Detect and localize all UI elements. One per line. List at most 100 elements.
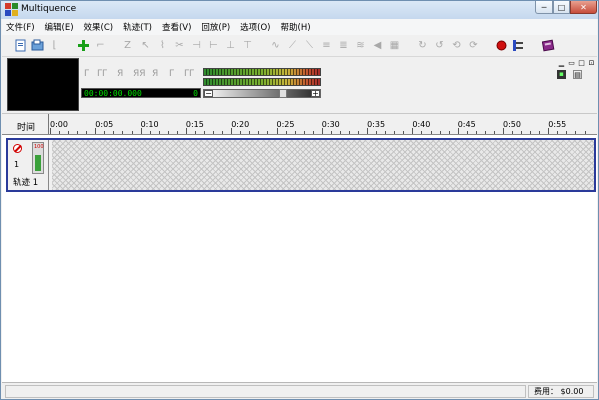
ruler-tick-label: 0:40 [412,120,431,129]
record-icon[interactable] [494,38,509,53]
ruler-tick-mark [466,131,468,134]
scissors-icon[interactable]: ✂ [172,38,187,53]
maximize-button[interactable]: □ [553,1,570,14]
ruler-tick-mark [294,131,296,134]
ruler-tick-mark [566,131,568,134]
panel-minimize-icon[interactable]: ▁ [557,59,566,68]
loop-c-icon[interactable]: ⟲ [449,38,464,53]
display-mode-icon[interactable]: ▪ [557,70,566,79]
echo-icon[interactable]: ≋ [353,38,368,53]
menu-help[interactable]: 帮助(H) [281,21,311,33]
loop-icon[interactable]: ↻ [415,38,430,53]
ruler-tick-mark [95,128,97,134]
ruler-tick-label: 0:15 [185,120,204,129]
ruler-tick-mark [557,131,559,134]
ruler-tick-mark [104,131,106,134]
track-row[interactable]: 1 100 轨迹 1 [6,138,596,192]
volume-plus-button[interactable]: + [311,90,320,98]
trim-icon[interactable]: ⊤ [240,38,255,53]
track-timeline[interactable] [52,140,594,190]
ruler-tick-mark [421,131,423,134]
level-meter-left [203,68,321,76]
ruler-tick-mark [158,131,160,134]
ruler-tick-mark [367,128,369,134]
menu-options[interactable]: 选项(O) [240,21,270,33]
menu-playback[interactable]: 回放(P) [201,21,230,33]
time-position: 00:00:00.000 [84,89,142,98]
fade-in-icon[interactable]: ⟋ [285,38,300,53]
menu-view[interactable]: 查看(V) [162,21,191,33]
view-options-icon[interactable]: ▤ [573,70,582,79]
status-cost: 费用： $0.00 [528,385,594,398]
ruler-tick-mark [176,131,178,134]
loop-b-icon[interactable]: ↺ [432,38,447,53]
tool-f-icon[interactable]: Γ [169,69,179,79]
normalize-icon[interactable]: ≡ [319,38,334,53]
menu-edit[interactable]: 编辑(E) [45,21,74,33]
tool-a-icon[interactable]: Γ [84,69,94,79]
eq-icon[interactable]: ▦ [387,38,402,53]
remove-track-icon[interactable]: ⌐ [93,38,108,53]
volume-slider-thumb[interactable] [278,89,287,98]
track-header: 1 100 轨迹 1 [8,140,49,190]
ruler-tick-mark [575,131,577,134]
app-logo-icon [5,3,18,16]
align-icon[interactable]: ⊥ [223,38,238,53]
help-book-icon[interactable] [541,38,556,53]
wave-icon[interactable]: ∿ [268,38,283,53]
tool-c-icon[interactable]: Я [117,69,127,79]
split-icon[interactable]: ⌇ [155,38,170,53]
fade-out-icon[interactable]: ⟍ [302,38,317,53]
panel-maximize-icon[interactable]: □ [577,59,586,68]
ruler-tick-label: 0:20 [231,120,250,129]
ruler-tick-mark [403,131,405,134]
ruler-tick-mark [267,131,269,134]
speaker-icon[interactable]: ◀ [370,38,385,53]
tool-g-icon[interactable]: ΓΓ [184,69,194,79]
volume-minus-button[interactable]: − [204,90,213,98]
ruler-tick-mark [204,131,206,134]
new-file-icon[interactable] [13,38,28,53]
menu-track[interactable]: 轨迹(T) [123,21,152,33]
volume-slider[interactable]: − + [203,89,321,98]
ruler-tick-mark [457,128,459,134]
close-button[interactable]: ✕ [570,1,597,14]
ruler-tick-mark [330,131,332,134]
track-volume-fader[interactable]: 100 [32,142,44,174]
ruler-tick-mark [439,131,441,134]
mute-icon[interactable] [13,144,22,153]
ruler-tick-mark [122,131,124,134]
select-icon[interactable]: ↖ [138,38,153,53]
panel-restore-icon[interactable]: ▭ [567,59,576,68]
tool-d-icon[interactable]: ЯЯ [133,69,146,79]
gain-icon[interactable]: ≣ [336,38,351,53]
ruler-tick-label: 0:35 [367,120,386,129]
menu-file[interactable]: 文件(F) [6,21,35,33]
ruler-tick-label: 0:55 [548,120,567,129]
loop-d-icon[interactable]: ⟳ [466,38,481,53]
ruler-label: 时间 [17,123,36,133]
ruler-tick-mark [77,131,79,134]
ruler-tick-mark [276,128,278,134]
zoom-icon[interactable]: Z [120,38,135,53]
track-tree-icon[interactable] [511,38,526,53]
panel-close-icon[interactable]: ⊡ [587,59,596,68]
move-right-icon[interactable]: ⊢ [206,38,221,53]
ruler-tick-mark [493,131,495,134]
menu-effects[interactable]: 效果(C) [84,21,114,33]
add-track-icon[interactable] [76,38,91,53]
ruler-tick-mark [312,131,314,134]
save-icon[interactable]: ⌊ [47,38,62,53]
ruler-tick-mark [339,131,341,134]
ruler-scale[interactable]: 0:00 0:05 0:10 0:15 0:20 0:25 0:30 0:35 0:40 0:45… [48,114,597,134]
toolbar: ⌊ ⌐ Z ↖ ⌇ ✂ ⊣ ⊢ ⊥ ⊤ ∿ ⟋ ⟍ ≡ ≣ ≋ ◀ ▦ ↻ ↺ … [2,35,597,57]
tool-b-icon[interactable]: ΓΓ [97,69,107,79]
time-counter: 0 [193,89,198,98]
move-left-icon[interactable]: ⊣ [189,38,204,53]
ruler-tick-mark [475,131,477,134]
minimize-button[interactable]: ─ [535,1,553,14]
ruler-tick-mark [140,128,142,134]
open-file-icon[interactable] [30,38,45,53]
ruler-tick-mark [194,131,196,134]
tool-e-icon[interactable]: Я [152,69,162,79]
